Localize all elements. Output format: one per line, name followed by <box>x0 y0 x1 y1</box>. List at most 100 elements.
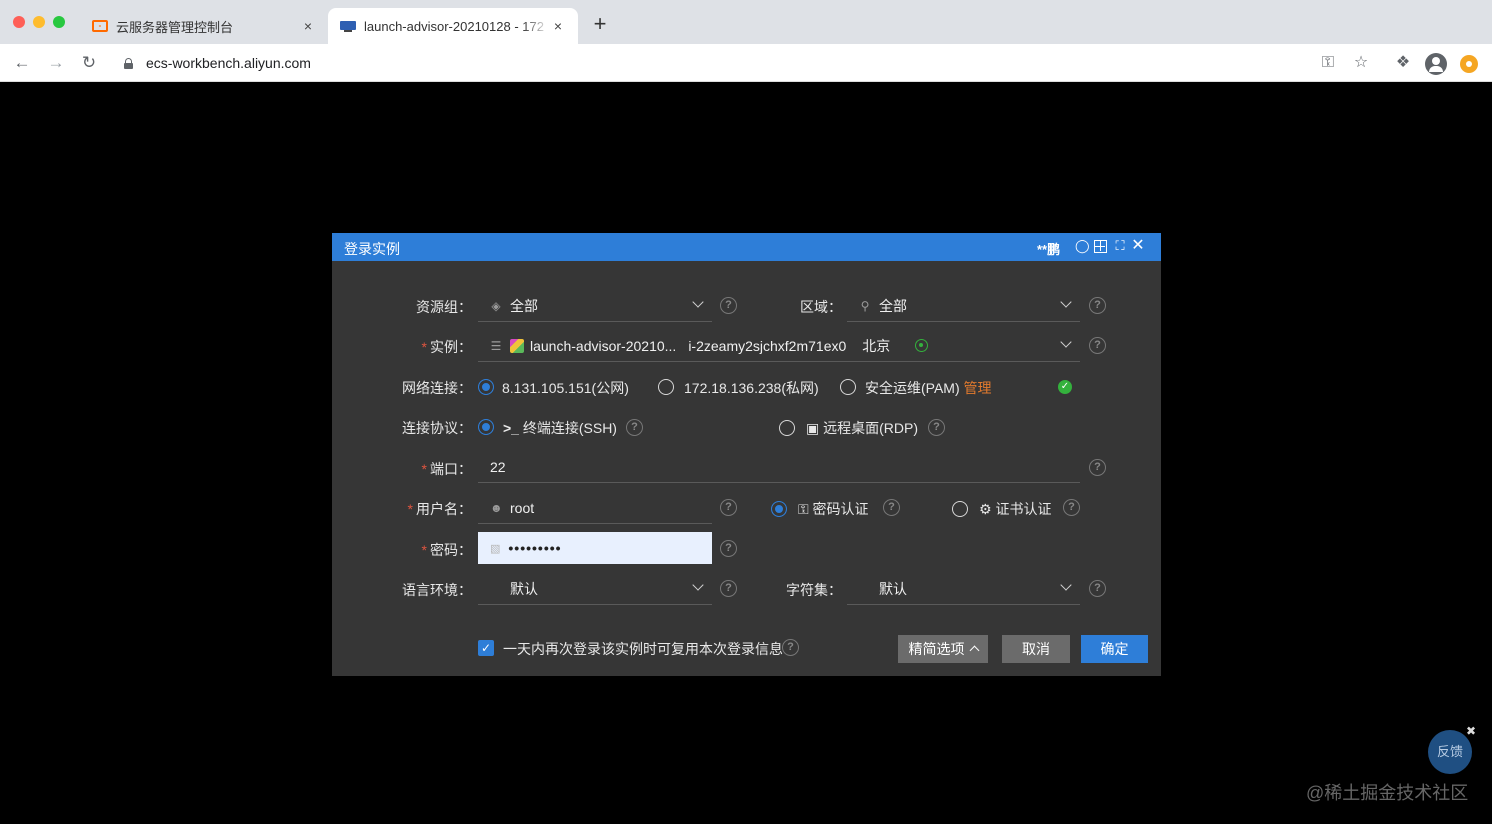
address-bar[interactable]: ecs-workbench.aliyun.com <box>112 49 1382 77</box>
protocol-rdp-radio[interactable] <box>779 420 795 436</box>
help-icon[interactable]: ? <box>1089 580 1106 597</box>
tab-title: launch-advisor-20210128 - 172 <box>364 18 544 34</box>
network-private-radio[interactable] <box>658 379 674 395</box>
instance-label: * 实例： <box>421 339 472 355</box>
user-icon: ☻ <box>490 500 503 515</box>
network-pam-radio[interactable] <box>840 379 856 395</box>
region-value: 全部 <box>879 297 907 314</box>
dialog-close-icon[interactable]: ✕ <box>1131 238 1145 254</box>
layout-grid-icon[interactable] <box>1094 240 1107 253</box>
advanced-options-button[interactable]: 精简选项 <box>898 635 988 663</box>
dialog-header: 登录实例 **鹏 ◯ ⛶ ✕ <box>332 233 1161 261</box>
help-icon[interactable]: ? <box>720 540 737 557</box>
auth-password-radio[interactable] <box>771 501 787 517</box>
protocol-ssh-radio[interactable] <box>478 419 494 435</box>
port-input[interactable]: 22 <box>478 451 1080 483</box>
forward-arrow-icon[interactable]: → <box>44 51 68 75</box>
current-user: **鹏 <box>1037 242 1061 257</box>
password-label: * 密码： <box>421 542 472 558</box>
check-circle-icon: ✓ <box>1058 380 1072 394</box>
chevron-down-icon <box>1060 296 1072 308</box>
puzzle-icon[interactable]: ❖ <box>1392 53 1414 75</box>
dialog-title: 登录实例 <box>344 241 400 257</box>
browser-tab-launch-advisor[interactable]: launch-advisor-20210128 - 172 × <box>328 8 578 44</box>
help-icon[interactable]: ? <box>626 419 643 436</box>
back-arrow-icon[interactable]: ← <box>10 51 34 75</box>
aliyun-logo-icon: - <box>92 20 108 32</box>
help-icon[interactable]: ? <box>883 499 900 516</box>
lock-icon: ⚿ <box>798 501 809 517</box>
help-icon[interactable]: ? <box>1063 499 1080 516</box>
network-pam-label: 安全运维(PAM) 管理 <box>865 380 992 396</box>
url-text: ecs-workbench.aliyun.com <box>146 55 311 71</box>
help-icon[interactable]: ? <box>1089 337 1106 354</box>
resource-group-select[interactable]: ◈ 全部 <box>478 290 712 322</box>
chevron-down-icon <box>692 579 704 591</box>
protocol-ssh-label: >_ 终端连接(SSH) <box>503 420 617 436</box>
confirm-button[interactable]: 确定 <box>1081 635 1148 663</box>
layers-icon: ◈ <box>491 298 501 313</box>
locale-label: 语言环境： <box>402 582 472 598</box>
resource-group-label: 资源组： <box>416 299 472 315</box>
username-value: root <box>510 499 535 516</box>
feedback-close-icon[interactable]: ✖ <box>1464 724 1478 738</box>
remember-login-label: 一天内再次登录该实例时可复用本次登录信息 <box>503 641 783 657</box>
chevron-up-icon <box>969 645 979 656</box>
help-icon[interactable]: ? <box>782 639 799 656</box>
cancel-button[interactable]: 取消 <box>1002 635 1070 663</box>
instance-name: launch-advisor-20210... <box>530 337 677 354</box>
help-icon[interactable]: ? <box>1089 297 1106 314</box>
tab-title: 云服务器管理控制台 <box>116 19 234 35</box>
required-mark: * <box>421 339 427 355</box>
locale-select[interactable]: 默认 <box>478 573 712 605</box>
lock-icon: ▧ <box>490 542 501 555</box>
network-public-radio[interactable] <box>478 379 494 395</box>
help-icon[interactable]: ? <box>928 419 945 436</box>
required-mark: * <box>421 461 427 477</box>
port-value: 22 <box>490 458 506 475</box>
fullscreen-icon[interactable]: ⛶ <box>1113 239 1127 253</box>
password-value: ••••••••• <box>508 540 562 556</box>
username-input[interactable]: ☻ root <box>478 492 712 524</box>
tab-close-icon[interactable]: × <box>550 18 566 34</box>
auth-cert-radio[interactable] <box>952 501 968 517</box>
lock-icon[interactable] <box>124 57 133 69</box>
tab-close-icon[interactable]: × <box>300 18 316 34</box>
advanced-options-label: 精简选项 <box>908 641 965 657</box>
reload-icon[interactable]: ↻ <box>77 51 101 75</box>
certificate-icon: ⚙ <box>979 501 992 517</box>
required-mark: * <box>421 542 427 558</box>
password-input[interactable]: ▧ ••••••••• <box>478 532 712 564</box>
window-minimize-button[interactable] <box>33 16 45 28</box>
desktop-icon: ▣ <box>806 420 820 436</box>
window-close-button[interactable] <box>13 16 25 28</box>
remember-login-checkbox[interactable]: ✓ <box>478 640 494 656</box>
network-label: 网络连接： <box>402 380 472 396</box>
resource-group-value: 全部 <box>510 297 538 314</box>
network-public-label: 8.131.105.151(公网) <box>502 380 629 396</box>
monitor-icon <box>340 20 356 32</box>
help-icon[interactable]: ? <box>720 499 737 516</box>
auth-cert-label: ⚙ 证书认证 <box>979 501 1052 517</box>
star-icon[interactable]: ☆ <box>1350 53 1372 75</box>
profile-avatar-icon[interactable] <box>1425 53 1447 75</box>
chevron-down-icon <box>1060 579 1072 591</box>
help-icon[interactable]: ? <box>720 297 737 314</box>
theme-shirt-icon[interactable]: ◯ <box>1075 239 1090 253</box>
help-icon[interactable]: ? <box>720 580 737 597</box>
auth-password-label: ⚿ 密码认证 <box>798 501 869 517</box>
charset-select[interactable]: 默认 <box>847 573 1080 605</box>
window-maximize-button[interactable] <box>53 16 65 28</box>
extension-orange-icon[interactable] <box>1460 55 1478 73</box>
locale-value: 默认 <box>510 580 538 597</box>
help-icon[interactable]: ? <box>1089 459 1106 476</box>
new-tab-button[interactable]: + <box>588 13 612 37</box>
instance-select[interactable]: ☰ launch-advisor-20210... i-2zeamy2sjchx… <box>478 330 1080 362</box>
browser-tab-console[interactable]: - 云服务器管理控制台 × <box>80 8 328 44</box>
browser-toolbar: ← → ↻ ecs-workbench.aliyun.com ⚿ ☆ ❖ <box>0 44 1492 82</box>
username-label: * 用户名： <box>407 501 472 517</box>
pam-manage-link[interactable]: 管理 <box>964 380 992 396</box>
key-icon[interactable]: ⚿ <box>1317 53 1339 75</box>
region-select[interactable]: ⚲ 全部 <box>847 290 1080 322</box>
charset-label: 字符集： <box>786 582 842 598</box>
